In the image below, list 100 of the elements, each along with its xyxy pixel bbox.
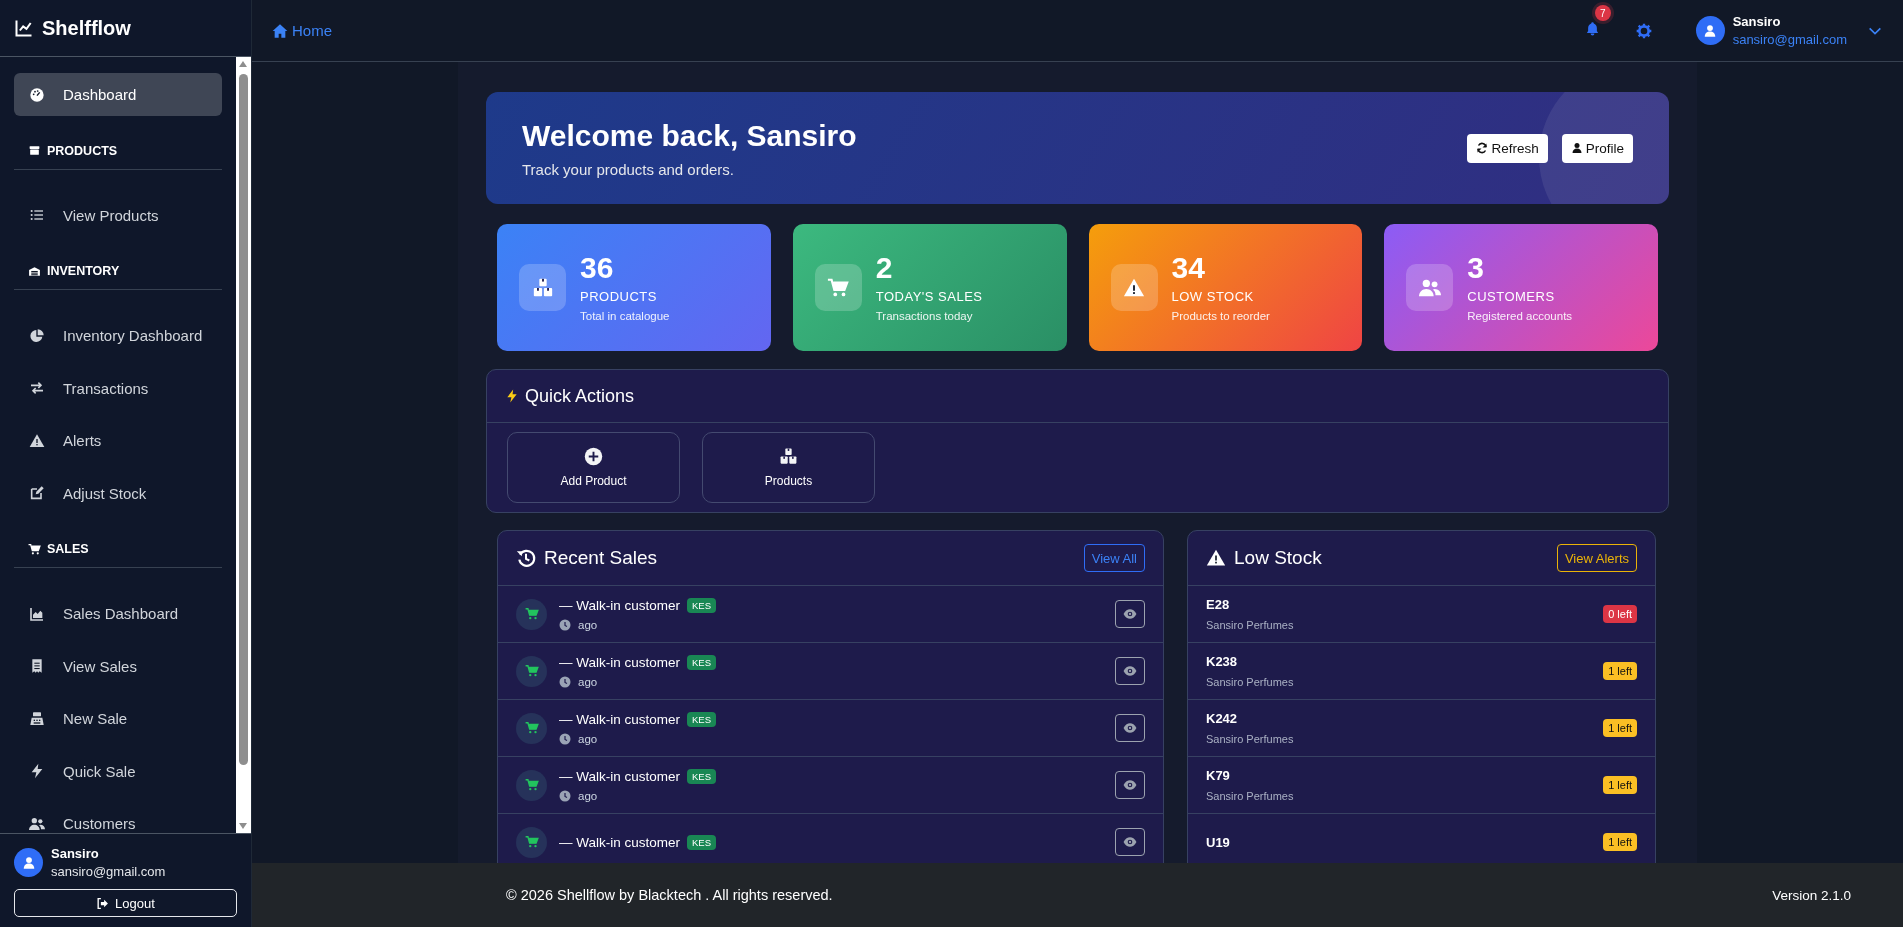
product-code: E28 — [1206, 597, 1231, 612]
card-title: Low Stock — [1234, 547, 1323, 569]
product-brand: Sansiro Perfumes — [1206, 676, 1295, 688]
edit-icon — [29, 485, 45, 501]
bell-icon — [1584, 21, 1600, 36]
cash-register-icon — [29, 710, 45, 727]
users-icon — [29, 815, 45, 832]
view-button[interactable] — [1115, 600, 1145, 628]
lightning-icon — [29, 763, 45, 779]
refresh-icon — [1476, 142, 1489, 154]
swap-arrows-icon — [29, 380, 45, 396]
view-alerts-button[interactable]: View Alerts — [1556, 544, 1637, 572]
nav-item[interactable]: View Sales — [14, 644, 222, 688]
nav-item[interactable]: View Products — [14, 193, 222, 237]
line-chart-icon — [14, 18, 34, 38]
nav-item[interactable]: Dashboard — [14, 73, 222, 116]
nav-item[interactable]: Sales Dashboard — [14, 592, 222, 635]
view-button[interactable] — [1115, 771, 1145, 799]
copyright-text: © 2026 Shellflow by Blacktech . All rights reserved. — [506, 887, 833, 903]
view-button[interactable] — [1115, 657, 1145, 685]
product-brand: Sansiro Perfumes — [1206, 733, 1295, 745]
welcome-title: Welcome back, Sansiro — [522, 118, 858, 153]
warning-icon — [29, 432, 45, 449]
nav-item[interactable]: Alerts — [14, 419, 222, 462]
stat-value: 36 — [580, 253, 615, 283]
nav-item[interactable]: Transactions — [14, 366, 222, 410]
history-icon — [516, 548, 536, 568]
stat-caption: Registered accounts — [1467, 310, 1573, 322]
section-title: INVENTORY — [47, 264, 120, 278]
refresh-button[interactable]: Refresh — [1467, 133, 1548, 163]
eye-icon — [1123, 778, 1137, 792]
eye-icon — [1123, 607, 1137, 621]
stat-value: 34 — [1171, 253, 1206, 283]
currency-badge: KES — [687, 654, 717, 670]
user-name: Sansiro — [51, 846, 100, 861]
warehouse-icon — [28, 264, 41, 278]
product-code: K242 — [1206, 711, 1239, 726]
warning-icon — [1206, 548, 1226, 568]
version-text: Version 2.1.0 — [1772, 887, 1851, 903]
eye-icon — [1123, 721, 1137, 735]
nav-item[interactable]: New Sale — [14, 697, 222, 740]
stock-badge: 0 left — [1603, 605, 1637, 623]
user-email: sansiro@gmail.com — [1732, 32, 1847, 47]
view-button[interactable] — [1115, 828, 1145, 856]
panel-title: Quick Actions — [525, 385, 635, 407]
clock-icon — [559, 618, 571, 631]
stat-value: 2 — [875, 253, 894, 283]
sale-time: ago — [578, 618, 598, 631]
currency-badge: KES — [687, 711, 717, 727]
customer-name: — Walk-in customer — [559, 597, 681, 613]
eye-icon — [1123, 835, 1137, 849]
product-code: K79 — [1206, 768, 1231, 783]
user-email: sansiro@gmail.com — [51, 864, 166, 879]
view-button[interactable] — [1115, 714, 1145, 742]
quick-action-button[interactable]: Products — [702, 432, 875, 503]
cart-icon — [28, 542, 41, 556]
nav-item[interactable]: Inventory Dashboard — [14, 314, 222, 357]
clock-icon — [559, 789, 571, 802]
product-brand: Sansiro Perfumes — [1206, 790, 1295, 802]
currency-badge: KES — [687, 768, 717, 784]
notification-badge: 7 — [1594, 5, 1611, 21]
product-code: K238 — [1206, 654, 1239, 669]
stock-badge: 1 left — [1603, 833, 1637, 851]
logout-icon — [96, 896, 110, 910]
pie-chart-icon — [29, 327, 45, 344]
card-title: Recent Sales — [544, 547, 658, 569]
welcome-subtitle: Track your products and orders. — [522, 160, 736, 178]
nav-item[interactable]: Customers — [14, 802, 222, 833]
home-link[interactable]: Home — [272, 22, 332, 39]
area-chart-icon — [29, 605, 45, 622]
user-icon — [1570, 142, 1583, 154]
product-brand: Sansiro Perfumes — [1206, 619, 1295, 631]
quick-action-button[interactable]: Add Product — [507, 432, 680, 503]
scrollbar[interactable] — [236, 57, 251, 833]
nav-item[interactable]: Quick Sale — [14, 749, 222, 793]
cart-icon — [524, 607, 539, 621]
stock-badge: 1 left — [1603, 662, 1637, 680]
clock-icon — [559, 732, 571, 745]
logout-button[interactable]: Logout — [14, 889, 237, 917]
boxes-icon — [531, 276, 554, 299]
eye-icon — [1123, 664, 1137, 678]
stat-caption: Total in catalogue — [580, 310, 670, 322]
nav-item[interactable]: Adjust Stock — [14, 471, 222, 515]
settings-icon — [1635, 22, 1652, 39]
avatar[interactable] — [1695, 16, 1725, 45]
boxes-icon — [779, 447, 798, 466]
stat-caption: Products to reorder — [1171, 310, 1270, 322]
customer-name: — Walk-in customer — [559, 711, 681, 727]
sale-time: ago — [578, 732, 598, 745]
section-title: PRODUCTS — [47, 143, 118, 158]
stat-label: PRODUCTS — [580, 289, 658, 304]
stat-label: LOW STOCK — [1171, 289, 1255, 304]
stock-badge: 1 left — [1603, 719, 1637, 737]
box-icon — [28, 144, 41, 157]
view-all-button[interactable]: View All — [1083, 544, 1145, 572]
cart-icon — [524, 778, 539, 792]
home-icon — [272, 22, 288, 39]
profile-button[interactable]: Profile — [1561, 133, 1633, 163]
list-icon — [29, 207, 45, 223]
sale-time: ago — [578, 675, 598, 688]
